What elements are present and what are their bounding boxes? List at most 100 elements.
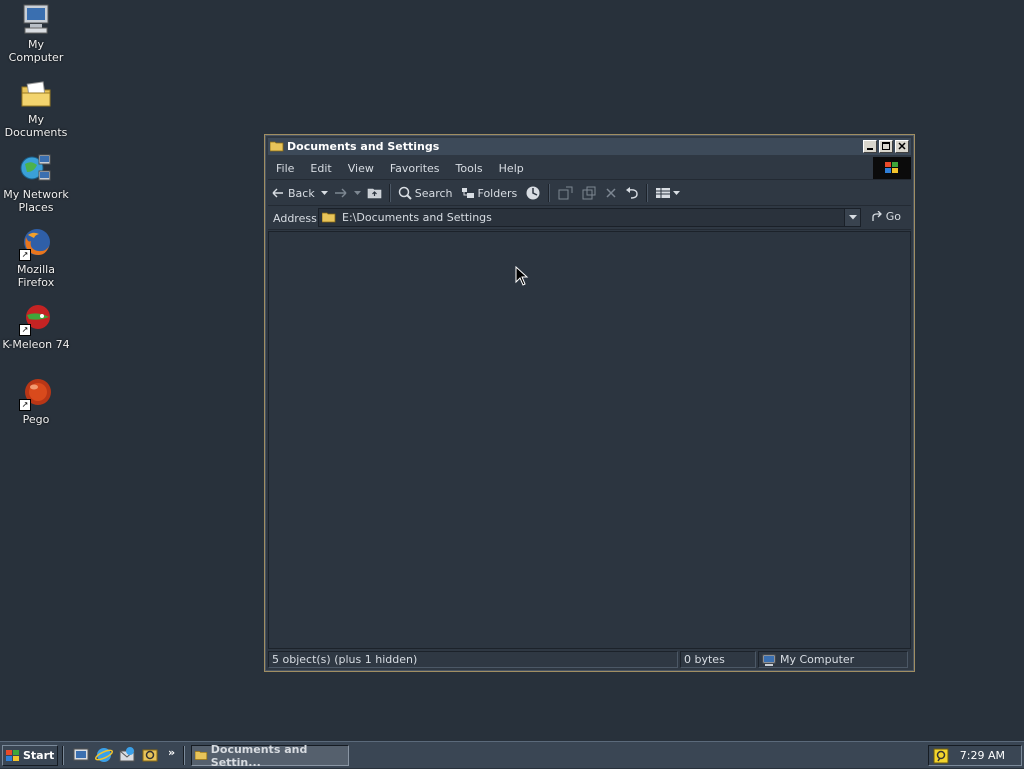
system-tray: 7:29 AM: [928, 745, 1022, 766]
shortcut-arrow-icon: ↗: [19, 399, 31, 411]
address-bar: Address E:\Documents and Settings Go: [268, 207, 911, 230]
menu-help[interactable]: Help: [491, 162, 532, 175]
folders-label: Folders: [477, 186, 518, 200]
history-button[interactable]: [521, 182, 545, 204]
desktop-icon-label: My Documents: [4, 113, 68, 139]
desktop-icon-my-documents[interactable]: My Documents: [0, 77, 72, 139]
desktop-icon-label-line2: Places: [18, 201, 54, 214]
standard-toolbar: Back Search Folders: [268, 181, 911, 206]
forward-button[interactable]: [330, 182, 352, 204]
search-computer-icon[interactable]: [141, 746, 159, 764]
quick-launch-overflow-icon[interactable]: »: [168, 746, 175, 759]
up-button[interactable]: [363, 182, 386, 204]
status-size: 0 bytes: [680, 651, 756, 668]
toolbar-separator: [548, 184, 551, 202]
forward-arrow-icon: [334, 188, 347, 198]
search-icon: [398, 186, 412, 200]
file-list-area[interactable]: [268, 231, 911, 649]
outlook-express-icon[interactable]: [118, 746, 136, 764]
internet-explorer-icon[interactable]: [95, 746, 113, 764]
move-to-icon: [558, 186, 573, 200]
taskbar-task-label: Documents and Settin...: [210, 742, 308, 769]
desktop-icon-pego[interactable]: ↗ Pego: [0, 377, 72, 426]
copy-to-button[interactable]: [577, 182, 601, 204]
menu-file[interactable]: File: [268, 162, 302, 175]
views-button[interactable]: [651, 182, 684, 204]
status-objects: 5 object(s) (plus 1 hidden): [268, 651, 678, 668]
status-objects-text: 5 object(s) (plus 1 hidden): [272, 653, 418, 666]
folder-icon: [195, 751, 208, 760]
minimize-button[interactable]: [863, 140, 877, 153]
menu-favorites[interactable]: Favorites: [382, 162, 448, 175]
address-dropdown-button[interactable]: [844, 209, 860, 226]
clock[interactable]: 7:29 AM: [960, 749, 1005, 762]
toolbar-separator: [646, 184, 649, 202]
shortcut-arrow-icon: ↗: [19, 324, 31, 336]
computer-icon: [19, 2, 53, 36]
back-arrow-icon: [272, 188, 283, 198]
chevron-down-icon: [848, 215, 857, 220]
taskbar-separator: [62, 746, 64, 765]
folders-icon: [461, 188, 474, 198]
show-desktop-icon[interactable]: [72, 746, 90, 764]
status-bar: 5 object(s) (plus 1 hidden) 0 bytes My C…: [268, 650, 911, 669]
chevron-down-icon: [673, 190, 681, 195]
desktop-icon-label: Pego: [22, 413, 50, 426]
menu-tools[interactable]: Tools: [448, 162, 491, 175]
back-dropdown[interactable]: [319, 182, 330, 204]
desktop-icon-my-network-places[interactable]: My Network Places: [0, 152, 72, 214]
taskbar-task-documents-and-settings[interactable]: Documents and Settin...: [191, 742, 349, 769]
folders-button[interactable]: Folders: [457, 182, 522, 204]
folder-up-icon: [367, 188, 382, 199]
desktop-icon-mozilla-firefox[interactable]: ↗ Mozilla Firefox: [0, 227, 72, 289]
folder-icon: [322, 212, 336, 223]
desktop-icon-my-computer[interactable]: My Computer: [0, 2, 72, 64]
back-button[interactable]: Back: [268, 182, 319, 204]
start-button[interactable]: Start: [2, 745, 58, 766]
kmeleon-icon: ↗: [19, 302, 53, 336]
pego-icon: ↗: [19, 377, 53, 411]
forward-dropdown[interactable]: [352, 182, 363, 204]
menu-view[interactable]: View: [340, 162, 382, 175]
close-button[interactable]: [895, 140, 909, 153]
shortcut-arrow-icon: ↗: [19, 249, 31, 261]
folder-documents-icon: [19, 77, 53, 111]
network-icon: [19, 152, 53, 186]
chevron-down-icon: [353, 190, 361, 195]
status-location-text: My Computer: [780, 653, 855, 666]
address-label: Address: [273, 211, 317, 225]
search-button[interactable]: Search: [394, 182, 457, 204]
explorer-window[interactable]: Documents and Settings File Edit View Fa…: [264, 134, 915, 672]
go-button[interactable]: Go: [871, 210, 901, 223]
window-title: Documents and Settings: [287, 140, 440, 153]
chevron-down-icon: [320, 190, 328, 195]
taskbar-separator: [183, 746, 185, 765]
status-size-text: 0 bytes: [684, 653, 725, 666]
maximize-button[interactable]: [879, 140, 893, 153]
folder-icon: [270, 141, 284, 152]
back-label: Back: [288, 186, 315, 200]
go-arrow-icon: [872, 211, 882, 221]
firefox-icon: ↗: [19, 227, 53, 261]
tray-app-icon[interactable]: [933, 748, 949, 764]
title-bar[interactable]: Documents and Settings: [268, 138, 911, 155]
undo-icon: [626, 187, 638, 199]
undo-button[interactable]: [621, 182, 643, 204]
move-to-button[interactable]: [553, 182, 577, 204]
address-path: E:\Documents and Settings: [342, 211, 492, 224]
delete-button[interactable]: [601, 182, 621, 204]
copy-to-icon: [582, 186, 596, 200]
views-grid-icon: [656, 188, 671, 198]
mouse-pointer-icon: [515, 266, 529, 286]
start-label: Start: [23, 749, 55, 762]
menu-edit[interactable]: Edit: [302, 162, 339, 175]
go-label: Go: [885, 210, 901, 223]
desktop-icon-label-line1: My Network: [3, 188, 69, 201]
desktop-icon-label: My Computer: [8, 38, 64, 64]
address-field[interactable]: E:\Documents and Settings: [318, 208, 861, 227]
menu-bar: File Edit View Favorites Tools Help: [268, 157, 911, 180]
close-icon: [898, 142, 906, 150]
desktop-icon-k-meleon[interactable]: ↗ K-Meleon 74: [0, 302, 72, 351]
history-icon: [526, 186, 540, 200]
desktop-icon-label: K-Meleon 74: [2, 338, 70, 351]
